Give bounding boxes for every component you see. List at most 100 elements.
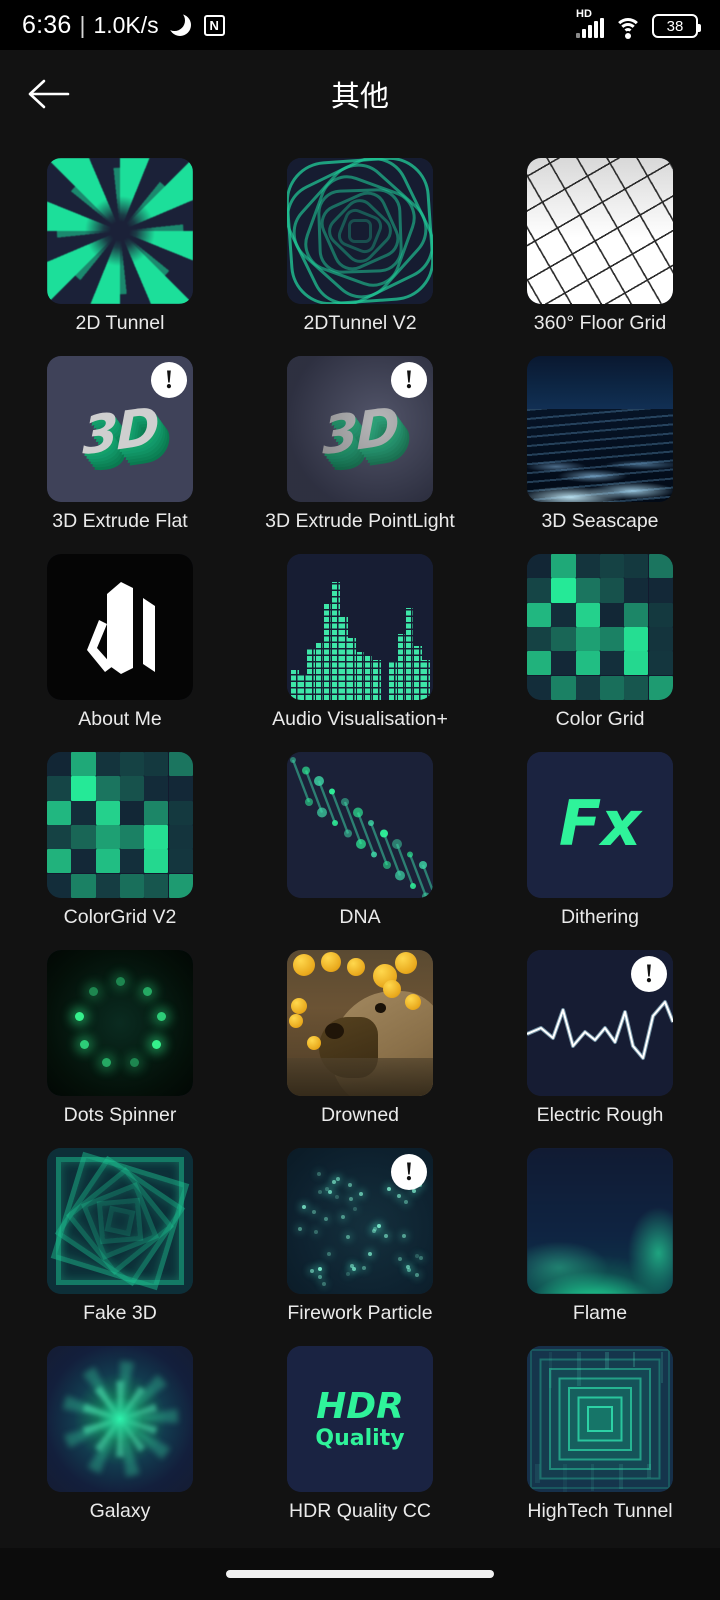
- effect-item[interactable]: 2DTunnel V2: [240, 152, 480, 350]
- effect-thumbnail[interactable]: Fx: [527, 752, 673, 898]
- effect-thumbnail[interactable]: [47, 554, 193, 700]
- effects-grid: 2D Tunnel 2DTunnel V2 360° Floor Grid 3D! 3D…: [0, 138, 720, 1538]
- effect-thumbnail[interactable]: [287, 158, 433, 304]
- back-button[interactable]: [20, 66, 76, 122]
- effect-thumbnail[interactable]: [287, 752, 433, 898]
- effect-label: About Me: [25, 707, 215, 731]
- effect-label: 360° Floor Grid: [505, 311, 695, 335]
- effect-label: Fake 3D: [25, 1301, 215, 1325]
- battery-level-text: 38: [667, 19, 684, 34]
- nfc-icon: N: [204, 15, 225, 36]
- art-3d-text: 3D: [82, 397, 157, 468]
- effect-item[interactable]: Flame: [480, 1142, 720, 1340]
- network-speed-text: 1.0K/s: [93, 12, 158, 39]
- effect-label: Electric Rough: [505, 1103, 695, 1127]
- status-bar-right: HD 38: [576, 12, 698, 38]
- art-galaxy: [47, 1346, 193, 1492]
- art-hightech-tunnel: [527, 1346, 673, 1492]
- warning-badge-icon: !: [151, 362, 187, 398]
- effect-label: 2D Tunnel: [25, 311, 215, 335]
- effect-label: HighTech Tunnel: [505, 1499, 695, 1523]
- art-color-grid: [47, 752, 193, 898]
- signal-bars-icon: HD: [576, 12, 604, 38]
- effect-item[interactable]: 2D Tunnel: [0, 152, 240, 350]
- art-fake-3d: [47, 1148, 193, 1294]
- effect-label: Firework Particle: [265, 1301, 455, 1325]
- effect-item[interactable]: Dots Spinner: [0, 944, 240, 1142]
- art-dna-helix: [287, 752, 433, 898]
- effect-thumbnail[interactable]: [47, 158, 193, 304]
- art-wire-tunnel: [287, 158, 433, 304]
- effect-item[interactable]: Color Grid: [480, 548, 720, 746]
- art-color-grid: [527, 554, 673, 700]
- effect-item[interactable]: Audio Visualisation+: [240, 548, 480, 746]
- effect-thumbnail[interactable]: 3D!: [47, 356, 193, 502]
- system-navigation-bar: [0, 1548, 720, 1600]
- art-hdr-text: HDR: [316, 1389, 404, 1425]
- effect-item[interactable]: HighTech Tunnel: [480, 1340, 720, 1538]
- effect-item[interactable]: Fake 3D: [0, 1142, 240, 1340]
- art-floor-grid: [527, 158, 673, 304]
- effect-label: HDR Quality CC: [265, 1499, 455, 1523]
- effect-item[interactable]: ColorGrid V2: [0, 746, 240, 944]
- art-about-logo: [47, 554, 193, 700]
- effect-item[interactable]: Galaxy: [0, 1340, 240, 1538]
- effect-item[interactable]: ! Firework Particle: [240, 1142, 480, 1340]
- effect-thumbnail[interactable]: [287, 554, 433, 700]
- hd-label: HD: [576, 9, 592, 20]
- effect-thumbnail[interactable]: !: [527, 950, 673, 1096]
- home-gesture-pill[interactable]: [226, 1570, 494, 1578]
- art-hdr-logo: HDR Quality: [287, 1346, 433, 1492]
- effect-thumbnail[interactable]: 3D!: [287, 356, 433, 502]
- effect-item[interactable]: 3D! 3D Extrude Flat: [0, 350, 240, 548]
- effect-label: Audio Visualisation+: [265, 707, 455, 731]
- effect-thumbnail[interactable]: [527, 554, 673, 700]
- effect-item[interactable]: Fx Dithering: [480, 746, 720, 944]
- effect-label: ColorGrid V2: [25, 905, 215, 929]
- effect-item[interactable]: HDR Quality HDR Quality CC: [240, 1340, 480, 1538]
- effect-item[interactable]: DNA: [240, 746, 480, 944]
- effect-label: Dithering: [505, 905, 695, 929]
- effect-label: 2DTunnel V2: [265, 311, 455, 335]
- art-spiral-tunnel: [47, 158, 193, 304]
- art-flame: [527, 1148, 673, 1294]
- art-fx-text: Fx: [559, 787, 641, 860]
- effect-item[interactable]: About Me: [0, 548, 240, 746]
- effect-label: 3D Extrude Flat: [25, 509, 215, 533]
- effect-thumbnail[interactable]: [527, 1346, 673, 1492]
- art-seascape: [527, 356, 673, 502]
- crescent-moon-icon: [169, 14, 191, 36]
- effect-thumbnail[interactable]: [47, 950, 193, 1096]
- wifi-icon: [614, 16, 642, 38]
- status-time: 6:36: [22, 11, 71, 40]
- effect-item[interactable]: 360° Floor Grid: [480, 152, 720, 350]
- effect-thumbnail[interactable]: [47, 1346, 193, 1492]
- effect-thumbnail[interactable]: !: [287, 1148, 433, 1294]
- effect-item[interactable]: 3D Seascape: [480, 350, 720, 548]
- effect-label: DNA: [265, 905, 455, 929]
- effect-thumbnail[interactable]: [527, 158, 673, 304]
- status-bar-left: 6:36 | 1.0K/s N: [22, 11, 225, 40]
- page-title: 其他: [0, 73, 720, 115]
- effect-item[interactable]: 3D! 3D Extrude PointLight: [240, 350, 480, 548]
- effect-item[interactable]: ! Electric Rough: [480, 944, 720, 1142]
- effect-label: Flame: [505, 1301, 695, 1325]
- status-separator: |: [79, 12, 85, 39]
- effect-label: Dots Spinner: [25, 1103, 215, 1127]
- effect-thumbnail[interactable]: [47, 752, 193, 898]
- status-bar: 6:36 | 1.0K/s N HD 38: [0, 0, 720, 50]
- warning-badge-icon: !: [391, 1154, 427, 1190]
- effect-label: 3D Extrude PointLight: [265, 509, 455, 533]
- art-audio-visualiser: [287, 554, 433, 700]
- effect-thumbnail[interactable]: [527, 1148, 673, 1294]
- effect-label: Drowned: [265, 1103, 455, 1127]
- effect-thumbnail[interactable]: [287, 950, 433, 1096]
- art-3d-text: 3D: [322, 397, 397, 468]
- effect-label: Color Grid: [505, 707, 695, 731]
- battery-icon: 38: [652, 14, 698, 38]
- effect-thumbnail[interactable]: [47, 1148, 193, 1294]
- effect-item[interactable]: Drowned: [240, 944, 480, 1142]
- effect-label: Galaxy: [25, 1499, 215, 1523]
- effect-thumbnail[interactable]: [527, 356, 673, 502]
- effect-thumbnail[interactable]: HDR Quality: [287, 1346, 433, 1492]
